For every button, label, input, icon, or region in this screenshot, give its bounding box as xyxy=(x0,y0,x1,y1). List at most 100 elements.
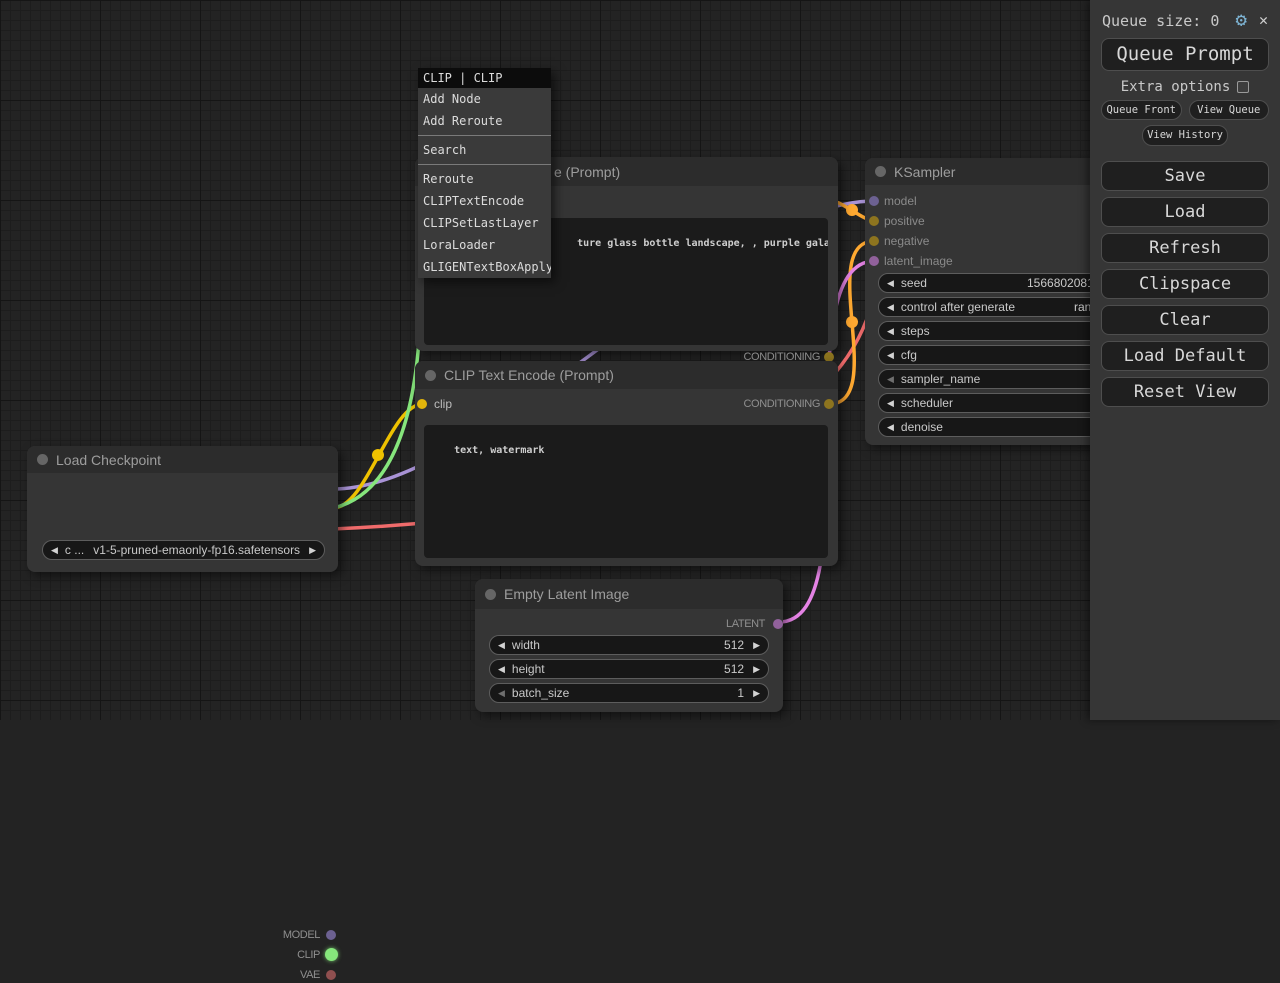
widget-left-arrow-icon[interactable]: ◀ xyxy=(887,303,894,312)
widget-left-arrow-icon[interactable]: ◀ xyxy=(887,279,894,288)
combo-value: v1-5-pruned-emaonly-fp16.safetensors xyxy=(84,543,309,557)
batch-size-widget[interactable]: ◀ batch_size 1 ▶ xyxy=(489,683,769,703)
widget-value: 512 xyxy=(724,662,744,676)
widget-label: control after generate xyxy=(901,300,1015,314)
combo-left-arrow-icon[interactable]: ◀ xyxy=(51,546,58,555)
node-title: Load Checkpoint xyxy=(56,452,161,468)
reset-view-button[interactable]: Reset View xyxy=(1101,377,1269,407)
widget-left-arrow-icon[interactable]: ◀ xyxy=(498,689,505,698)
input-label: clip xyxy=(434,397,452,411)
ckpt-name-combo[interactable]: ◀ c ... v1-5-pruned-emaonly-fp16.safeten… xyxy=(42,540,325,560)
output-label: CLIP xyxy=(297,949,320,961)
close-icon[interactable]: ✕ xyxy=(1259,13,1268,28)
widget-label: width xyxy=(512,638,540,652)
widget-right-arrow-icon[interactable]: ▶ xyxy=(753,689,760,698)
latent-image-input-dot[interactable] xyxy=(869,256,879,266)
menu-item-gligentextboxapply[interactable]: GLIGENTextBoxApply xyxy=(418,256,551,278)
widget-left-arrow-icon[interactable]: ◀ xyxy=(887,351,894,360)
output-label: VAE xyxy=(300,969,320,981)
queue-front-button[interactable]: Queue Front xyxy=(1101,100,1182,120)
widget-label: steps xyxy=(901,324,930,338)
clip-input-dot[interactable] xyxy=(417,399,427,409)
input-label: latent_image xyxy=(884,254,953,268)
clip-output-dot-highlighted[interactable] xyxy=(325,948,338,961)
menu-item-reroute[interactable]: Reroute xyxy=(418,168,551,190)
clipspace-button[interactable]: Clipspace xyxy=(1101,269,1269,299)
node-title: KSampler xyxy=(894,164,955,180)
output-label: CONDITIONING xyxy=(744,398,820,410)
queue-size-row: Queue size: 0 ⚙ ✕ xyxy=(1090,0,1280,30)
widget-label: scheduler xyxy=(901,396,953,410)
queue-size-label: Queue size: 0 xyxy=(1102,12,1236,30)
extra-options-checkbox[interactable] xyxy=(1237,81,1249,93)
prompt-textarea[interactable]: text, watermark xyxy=(424,425,828,558)
node-clip-text-encode-negative[interactable]: CLIP Text Encode (Prompt) clip CONDITION… xyxy=(415,361,838,566)
widget-label: cfg xyxy=(901,348,917,362)
vae-output-dot[interactable] xyxy=(326,970,336,980)
node-title: CLIP Text Encode (Prompt) xyxy=(444,367,614,383)
latent-output-dot[interactable] xyxy=(773,619,783,629)
load-default-button[interactable]: Load Default xyxy=(1101,341,1269,371)
widget-value: ran xyxy=(1074,300,1091,314)
negative-input-dot[interactable] xyxy=(869,236,879,246)
comfy-menu-panel: Queue size: 0 ⚙ ✕ Queue Prompt Extra opt… xyxy=(1090,0,1280,720)
menu-item-add-reroute[interactable]: Add Reroute xyxy=(418,110,551,132)
view-history-button[interactable]: View History xyxy=(1142,125,1228,146)
positive-input-dot[interactable] xyxy=(869,216,879,226)
menu-item-clipsetlastlayer[interactable]: CLIPSetLastLayer xyxy=(418,212,551,234)
node-title-partial: e (Prompt) xyxy=(554,164,620,180)
menu-item-add-node[interactable]: Add Node xyxy=(418,88,551,110)
node-title: Empty Latent Image xyxy=(504,586,629,602)
output-slot-model: MODEL xyxy=(27,927,338,943)
widget-label: sampler_name xyxy=(901,372,980,386)
input-label: positive xyxy=(884,214,925,228)
view-queue-button[interactable]: View Queue xyxy=(1189,100,1270,120)
conditioning-output-dot[interactable] xyxy=(824,399,834,409)
collapse-dot-icon[interactable] xyxy=(37,454,48,465)
menu-item-loraloader[interactable]: LoraLoader xyxy=(418,234,551,256)
node-title-bar[interactable]: CLIP Text Encode (Prompt) xyxy=(415,361,838,389)
width-widget[interactable]: ◀ width 512 ▶ xyxy=(489,635,769,655)
combo-right-arrow-icon[interactable]: ▶ xyxy=(309,546,316,555)
widget-value: 1566802081 xyxy=(1027,276,1094,290)
clear-button[interactable]: Clear xyxy=(1101,305,1269,335)
widget-value: 1 xyxy=(737,686,744,700)
height-widget[interactable]: ◀ height 512 ▶ xyxy=(489,659,769,679)
widget-left-arrow-icon[interactable]: ◀ xyxy=(887,399,894,408)
menu-separator xyxy=(418,164,551,165)
node-empty-latent-image[interactable]: Empty Latent Image LATENT ◀ width 512 ▶ … xyxy=(475,579,783,712)
collapse-dot-icon[interactable] xyxy=(425,370,436,381)
collapse-dot-icon[interactable] xyxy=(875,166,886,177)
queue-prompt-button[interactable]: Queue Prompt xyxy=(1101,38,1269,71)
combo-prefix: c ... xyxy=(65,543,84,557)
widget-left-arrow-icon[interactable]: ◀ xyxy=(887,423,894,432)
prompt-text-partial: ture glass bottle landscape, , purple ga… xyxy=(577,238,828,249)
settings-gear-icon[interactable]: ⚙ xyxy=(1236,11,1247,30)
extra-options-row: Extra options xyxy=(1090,79,1280,95)
refresh-button[interactable]: Refresh xyxy=(1101,233,1269,263)
widget-left-arrow-icon[interactable]: ◀ xyxy=(887,375,894,384)
prompt-text: text, watermark xyxy=(454,445,544,456)
widget-left-arrow-icon[interactable]: ◀ xyxy=(498,665,505,674)
model-output-dot[interactable] xyxy=(326,930,336,940)
widget-left-arrow-icon[interactable]: ◀ xyxy=(887,327,894,336)
menu-item-cliptextencode[interactable]: CLIPTextEncode xyxy=(418,190,551,212)
output-label: MODEL xyxy=(283,929,320,941)
load-button[interactable]: Load xyxy=(1101,197,1269,227)
node-title-bar[interactable]: Load Checkpoint xyxy=(27,446,338,473)
node-load-checkpoint[interactable]: Load Checkpoint MODEL CLIP VAE ◀ c ... v… xyxy=(27,446,338,572)
output-label: LATENT xyxy=(726,618,765,630)
node-title-bar[interactable]: Empty Latent Image xyxy=(475,579,783,609)
menu-item-search[interactable]: Search xyxy=(418,139,551,161)
collapse-dot-icon[interactable] xyxy=(485,589,496,600)
input-label: model xyxy=(884,194,917,208)
link-release-context-menu: CLIP | CLIP Add Node Add Reroute Search … xyxy=(418,68,551,278)
model-input-dot[interactable] xyxy=(869,196,879,206)
widget-label: height xyxy=(512,662,545,676)
widget-right-arrow-icon[interactable]: ▶ xyxy=(753,641,760,650)
save-button[interactable]: Save xyxy=(1101,161,1269,191)
widget-left-arrow-icon[interactable]: ◀ xyxy=(498,641,505,650)
widget-right-arrow-icon[interactable]: ▶ xyxy=(753,665,760,674)
context-menu-title: CLIP | CLIP xyxy=(418,68,551,88)
widget-label: batch_size xyxy=(512,686,569,700)
